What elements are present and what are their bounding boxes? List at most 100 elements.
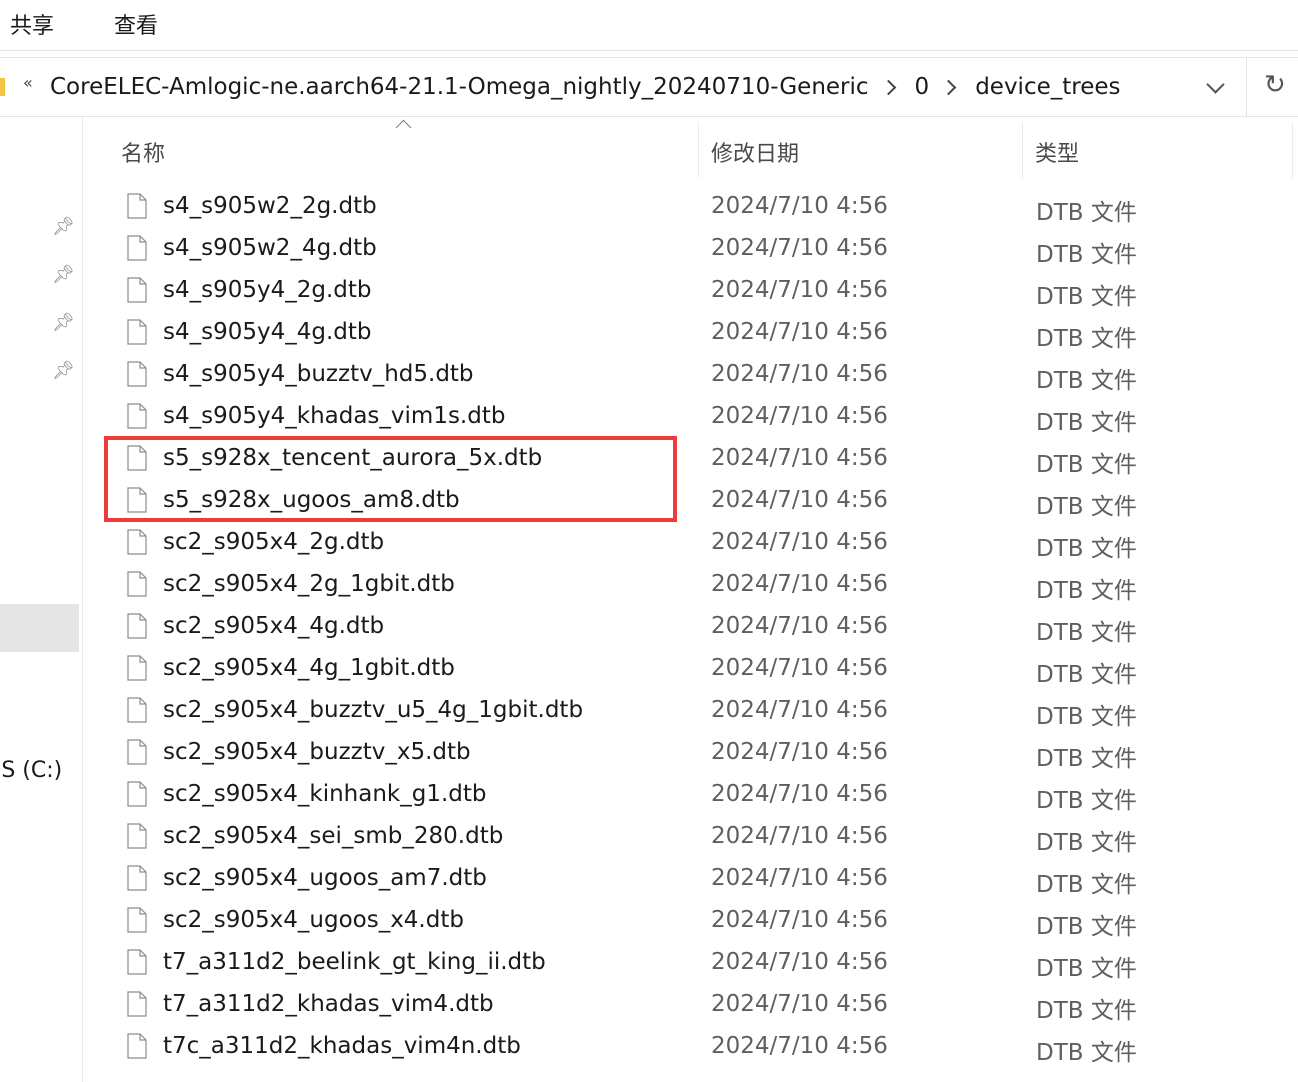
file-icon (127, 319, 147, 345)
breadcrumb-item-0[interactable]: 0 (915, 74, 930, 100)
file-row[interactable]: sc2_s905x4_2g_1gbit.dtb 2024/7/10 4:56 DTB… (110, 566, 1298, 608)
file-row[interactable]: s4_s905w2_2g.dtb 2024/7/10 4:56 DTB 文件 (110, 188, 1298, 230)
file-row[interactable]: sc2_s905x4_4g_1gbit.dtb 2024/7/10 4:56 DTB… (110, 650, 1298, 692)
file-name: sc2_s905x4_4g.dtb (163, 613, 385, 639)
file-name: t7_a311d2_khadas_vim4.dtb (163, 991, 494, 1017)
file-row[interactable]: s4_s905y4_4g.dtb 2024/7/10 4:56 DTB 文件 (110, 314, 1298, 356)
ribbon-divider (0, 50, 1298, 51)
tab-share[interactable]: 共享 (10, 8, 54, 40)
file-type: DTB 文件 (1036, 620, 1137, 646)
nav-item-selected[interactable] (0, 604, 79, 652)
file-icon (127, 823, 147, 849)
pin-icon[interactable]: 📌︎ (52, 312, 75, 334)
file-modified-date: 2024/7/10 4:56 (711, 487, 888, 513)
file-icon (127, 235, 147, 261)
pin-icon[interactable]: 📌︎ (52, 360, 75, 382)
column-separator[interactable] (698, 122, 699, 178)
folder-icon (0, 78, 5, 96)
file-icon (127, 1033, 147, 1059)
file-modified-date: 2024/7/10 4:56 (711, 949, 888, 975)
pin-icon[interactable]: 📌︎ (52, 216, 75, 238)
file-modified-date: 2024/7/10 4:56 (711, 193, 888, 219)
file-row[interactable]: sc2_s905x4_buzztv_u5_4g_1gbit.dtb 2024/7/… (110, 692, 1298, 734)
file-row[interactable]: sc2_s905x4_sei_smb_280.dtb 2024/7/10 4:56… (110, 818, 1298, 860)
file-icon (127, 865, 147, 891)
file-type: DTB 文件 (1036, 200, 1137, 226)
file-name: t7c_a311d2_khadas_vim4n.dtb (163, 1033, 521, 1059)
file-name: sc2_s905x4_4g_1gbit.dtb (163, 655, 455, 681)
file-row[interactable]: sc2_s905x4_kinhank_g1.dtb 2024/7/10 4:56 D… (110, 776, 1298, 818)
file-modified-date: 2024/7/10 4:56 (711, 907, 888, 933)
file-icon (127, 571, 147, 597)
file-row[interactable]: sc2_s905x4_ugoos_x4.dtb 2024/7/10 4:56 DTB… (110, 902, 1298, 944)
file-row[interactable]: sc2_s905x4_buzztv_x5.dtb 2024/7/10 4:56 DT… (110, 734, 1298, 776)
file-icon (127, 949, 147, 975)
breadcrumb-item-coreelec[interactable]: CoreELEC-Amlogic-ne.aarch64-21.1-Omega_n… (50, 74, 869, 100)
file-row[interactable]: t7_a311d2_beelink_gt_king_ii.dtb 2024/7/1… (110, 944, 1298, 986)
tab-view[interactable]: 查看 (114, 8, 158, 40)
file-row[interactable]: s4_s905y4_2g.dtb 2024/7/10 4:56 DTB 文件 (110, 272, 1298, 314)
chevron-right-icon[interactable] (940, 79, 957, 95)
breadcrumb-overflow-button[interactable]: « (23, 73, 33, 92)
ribbon: 共享 查看 (0, 0, 1298, 50)
file-name: sc2_s905x4_ugoos_am7.dtb (163, 865, 487, 891)
file-icon (127, 655, 147, 681)
column-header-date[interactable]: 修改日期 (711, 136, 799, 168)
file-name: sc2_s905x4_buzztv_u5_4g_1gbit.dtb (163, 697, 584, 723)
file-row[interactable]: s4_s905w2_4g.dtb 2024/7/10 4:56 DTB 文件 (110, 230, 1298, 272)
file-modified-date: 2024/7/10 4:56 (711, 319, 888, 345)
nav-item-drive[interactable]: OS (C:) (0, 758, 62, 783)
file-icon (127, 781, 147, 807)
file-name: sc2_s905x4_kinhank_g1.dtb (163, 781, 487, 807)
refresh-icon[interactable]: ↻ (1264, 70, 1286, 100)
file-type: DTB 文件 (1036, 578, 1137, 604)
file-row[interactable]: s4_s905y4_buzztv_hd5.dtb 2024/7/10 4:56 DT… (110, 356, 1298, 398)
file-type: DTB 文件 (1036, 536, 1137, 562)
file-icon (127, 277, 147, 303)
file-type: DTB 文件 (1036, 998, 1137, 1024)
file-modified-date: 2024/7/10 4:56 (711, 361, 888, 387)
nav-drive-label: OS (C:) (0, 758, 63, 783)
file-icon (127, 613, 147, 639)
file-row[interactable]: sc2_s905x4_ugoos_am7.dtb 2024/7/10 4:56 DT… (110, 860, 1298, 902)
breadcrumb-item-device-trees[interactable]: device_trees (975, 74, 1120, 100)
file-row[interactable]: t7_a311d2_khadas_vim4.dtb 2024/7/10 4:56 D… (110, 986, 1298, 1028)
column-separator[interactable] (1022, 122, 1023, 178)
address-divider (1246, 58, 1247, 116)
file-name: sc2_s905x4_2g.dtb (163, 529, 385, 555)
column-headers: 名称 修改日期 类型 (83, 119, 1298, 180)
navigation-pane (0, 117, 82, 1082)
file-modified-date: 2024/7/10 4:56 (711, 823, 888, 849)
pin-icon[interactable]: 📌︎ (52, 264, 75, 286)
file-row[interactable]: t7c_a311d2_khadas_vim4n.dtb 2024/7/10 4:5… (110, 1028, 1298, 1070)
file-type: DTB 文件 (1036, 1040, 1137, 1066)
file-name: sc2_s905x4_sei_smb_280.dtb (163, 823, 504, 849)
file-modified-date: 2024/7/10 4:56 (711, 655, 888, 681)
file-icon (127, 529, 147, 555)
file-row[interactable]: s4_s905y4_khadas_vim1s.dtb 2024/7/10 4:56… (110, 398, 1298, 440)
file-name: s4_s905y4_4g.dtb (163, 319, 372, 345)
file-name: s4_s905w2_2g.dtb (163, 193, 377, 219)
column-header-name[interactable]: 名称 (121, 136, 165, 168)
file-type: DTB 文件 (1036, 830, 1137, 856)
chevron-right-icon[interactable] (880, 79, 896, 95)
file-type: DTB 文件 (1036, 242, 1137, 268)
column-header-type[interactable]: 类型 (1035, 136, 1079, 168)
file-row[interactable]: sc2_s905x4_2g.dtb 2024/7/10 4:56 DTB 文件 (110, 524, 1298, 566)
file-type: DTB 文件 (1036, 914, 1137, 940)
address-bar[interactable]: « CoreELEC-Amlogic-ne.aarch64-21.1-Omega… (0, 57, 1298, 117)
file-modified-date: 2024/7/10 4:56 (711, 277, 888, 303)
column-separator[interactable] (1292, 122, 1293, 178)
file-icon (127, 193, 147, 219)
file-type: DTB 文件 (1036, 494, 1137, 520)
file-modified-date: 2024/7/10 4:56 (711, 697, 888, 723)
file-modified-date: 2024/7/10 4:56 (711, 991, 888, 1017)
file-type: DTB 文件 (1036, 746, 1137, 772)
sort-ascending-icon (395, 119, 412, 136)
pane-divider[interactable] (82, 117, 83, 1082)
breadcrumb: CoreELEC-Amlogic-ne.aarch64-21.1-Omega_n… (50, 70, 1121, 104)
file-icon (127, 739, 147, 765)
chevron-down-icon[interactable] (1206, 78, 1226, 98)
file-type: DTB 文件 (1036, 956, 1137, 982)
file-row[interactable]: sc2_s905x4_4g.dtb 2024/7/10 4:56 DTB 文件 (110, 608, 1298, 650)
